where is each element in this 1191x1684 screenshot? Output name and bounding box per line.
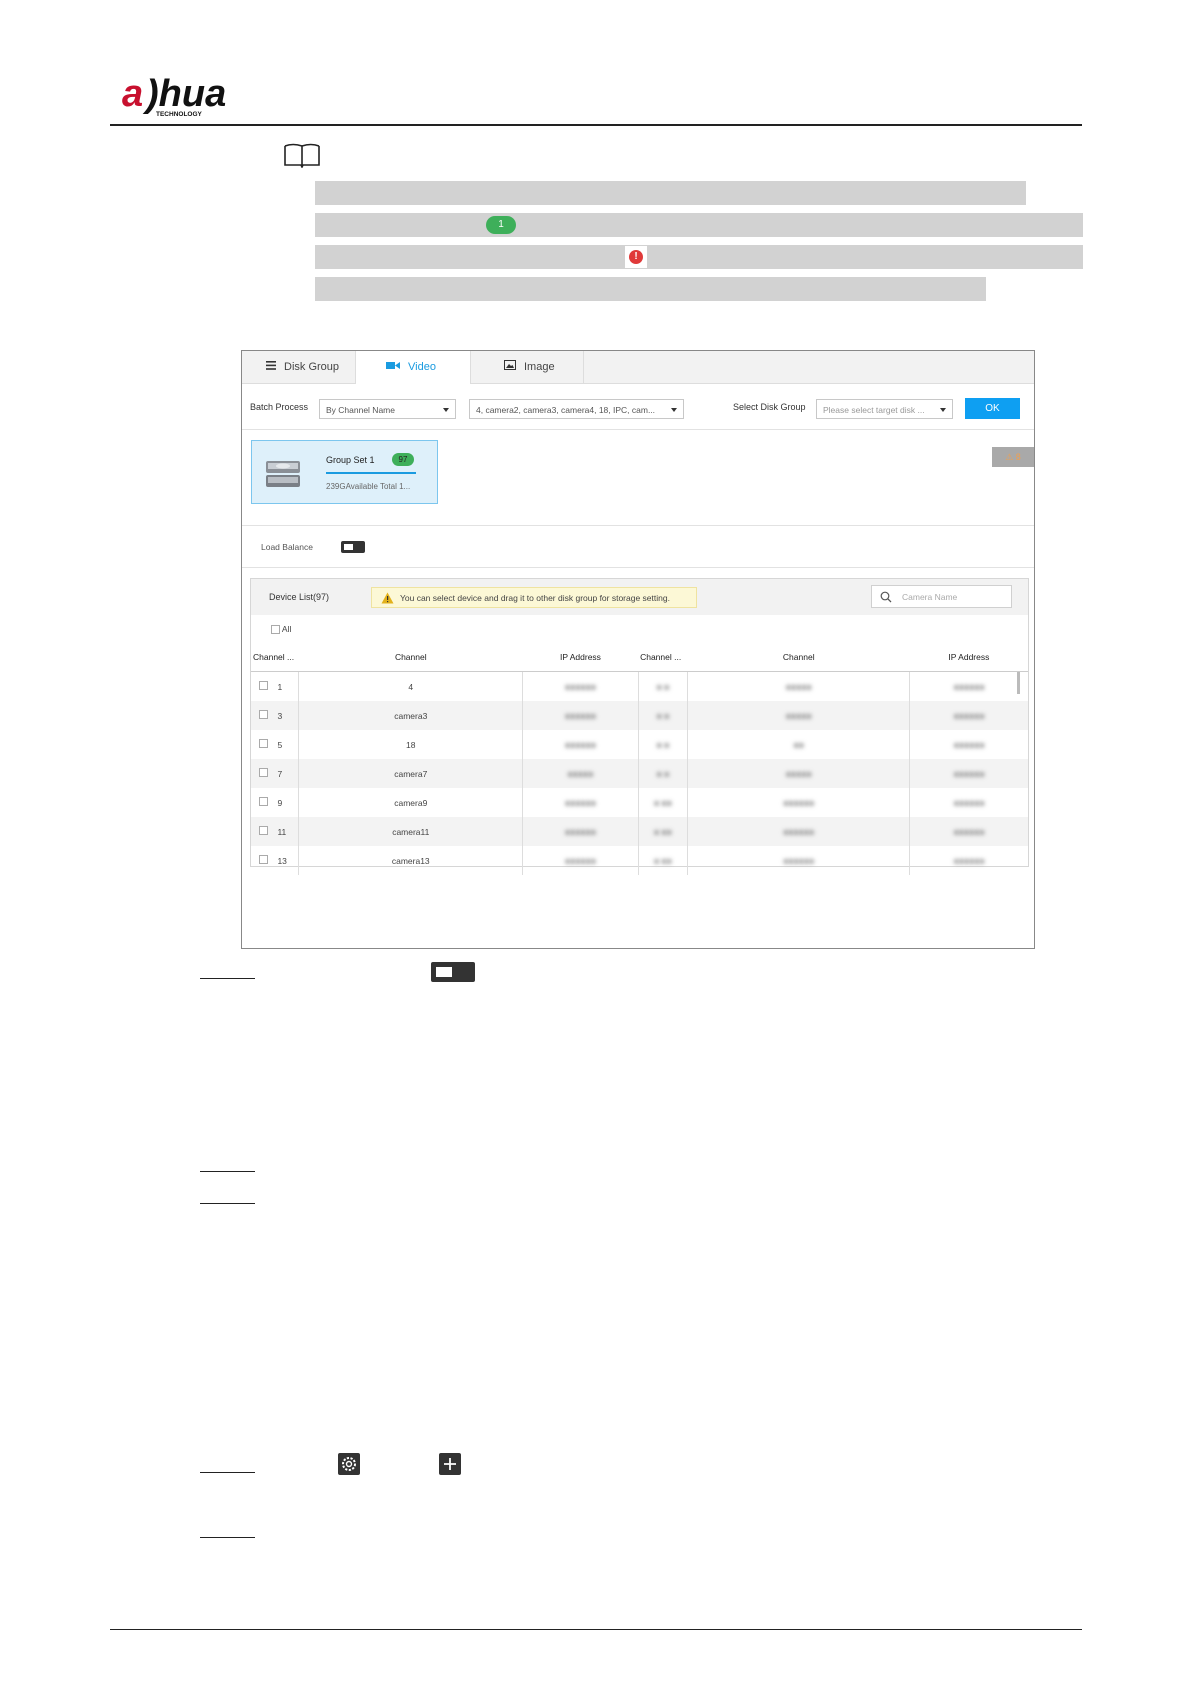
error-icon: ! [625,246,647,268]
tab-image[interactable]: Image [472,351,584,383]
step-marker [200,1203,255,1204]
select-disk-group-label: Select Disk Group [733,402,806,412]
column-header[interactable]: Channel [298,643,523,672]
table-row[interactable]: 5 18 ■■■■■■ ■ ■ ■■ ■■■■■■ [251,730,1028,759]
note-line [315,277,986,301]
svg-text:)hua: )hua [142,73,226,115]
column-header[interactable]: IP Address [522,643,639,672]
note-line [315,181,1026,205]
batch-process-label: Batch Process [250,402,309,412]
tab-disk-group[interactable]: Disk Group [266,351,366,383]
note-line [315,245,1083,269]
capacity-bar [326,472,416,474]
column-header[interactable]: Channel [687,643,910,672]
divider [242,525,1034,526]
list-icon [266,351,276,383]
load-balance-label: Load Balance [261,542,313,552]
image-icon [504,351,516,383]
chevron-down-icon [940,408,946,412]
device-list-header: Device List(97) You can select device an… [251,579,1028,615]
group-count-badge: 97 [392,453,414,466]
step-marker [200,1472,255,1473]
group-name: Group Set 1 [326,455,375,465]
video-camera-icon [386,351,400,383]
row-checkbox[interactable] [259,768,268,777]
tab-bar: Disk Group Video Image [242,351,1034,384]
step-marker [200,1171,255,1172]
table-row[interactable]: 9 camera9 ■■■■■■ ■ ■■ ■■■■■■ ■■■■■■ [251,788,1028,817]
table-row[interactable]: 3 camera3 ■■■■■■ ■ ■ ■■■■■ ■■■■■■ [251,701,1028,730]
group-set-card[interactable]: Group Set 1 97 239GAvailable Total 1... [251,440,438,504]
table-row[interactable]: 11 camera11 ■■■■■■ ■ ■■ ■■■■■■ ■■■■■■ [251,817,1028,846]
search-icon [880,591,892,603]
row-checkbox[interactable] [259,855,268,864]
batch-process-select[interactable]: By Channel Name [319,399,456,419]
camera-search-input[interactable]: Camera Name [871,585,1012,608]
step-marker [200,978,255,979]
header-rule [110,124,1082,126]
row-checkbox[interactable] [259,739,268,748]
drag-tip: You can select device and drag it to oth… [371,587,697,608]
chevron-down-icon [671,408,677,412]
group-capacity: 239GAvailable Total 1... [326,482,411,491]
device-list: Device List(97) You can select device an… [250,578,1029,875]
table-row[interactable]: 1 4 ■■■■■■ ■ ■ ■■■■■ ■■■■■■ [251,671,1028,701]
table-row[interactable]: 7 camera7 ■■■■■ ■ ■ ■■■■■ ■■■■■■ [251,759,1028,788]
ok-button[interactable]: OK [965,398,1020,419]
divider [242,567,1034,568]
select-all[interactable]: All [271,624,291,635]
channel-count-badge: 1 [486,216,516,234]
table-scrollbar[interactable] [1017,672,1020,694]
select-all-checkbox[interactable] [271,625,280,635]
storage-settings-panel: Disk Group Video Image Batch Process By … [241,350,1035,949]
toggle-off-icon [431,962,475,982]
device-table: Channel ... Channel IP Address Channel .… [251,643,1028,875]
hard-disk-icon [266,461,300,487]
chevron-down-icon [443,408,449,412]
load-balance-toggle[interactable] [341,541,365,553]
disk-group-select[interactable]: Please select target disk ... [816,399,953,419]
note-line [315,213,1083,237]
footer-rule [110,1629,1082,1630]
step-marker [200,1537,255,1538]
row-checkbox[interactable] [259,797,268,806]
add-icon [439,1453,461,1475]
tab-video[interactable]: Video [355,351,471,384]
row-checkbox[interactable] [259,826,268,835]
svg-text:TECHNOLOGY: TECHNOLOGY [156,111,203,118]
column-header[interactable]: Channel ... [638,643,688,672]
device-list-title: Device List(97) [269,592,330,602]
note-book-icon [284,143,320,168]
svg-text:a: a [122,73,143,115]
channel-select[interactable]: 4, camera2, camera3, camera4, 18, IPC, c… [469,399,684,419]
table-row[interactable]: 13 camera13 ■■■■■■ ■ ■■ ■■■■■■ ■■■■■■ [251,846,1028,875]
column-header[interactable]: IP Address [909,643,1028,672]
batch-toolbar: Batch Process By Channel Name 4, camera2… [242,383,1034,430]
column-header[interactable]: Channel ... [251,643,299,672]
row-checkbox[interactable] [259,710,268,719]
gear-icon [338,1453,360,1475]
warning-icon: ⚠ [1005,452,1014,462]
row-checkbox[interactable] [259,681,268,690]
dahua-logo: a )hua TECHNOLOGY [122,73,226,118]
warning-icon [381,592,394,604]
warning-badge[interactable]: ⚠ 8 [992,447,1034,467]
